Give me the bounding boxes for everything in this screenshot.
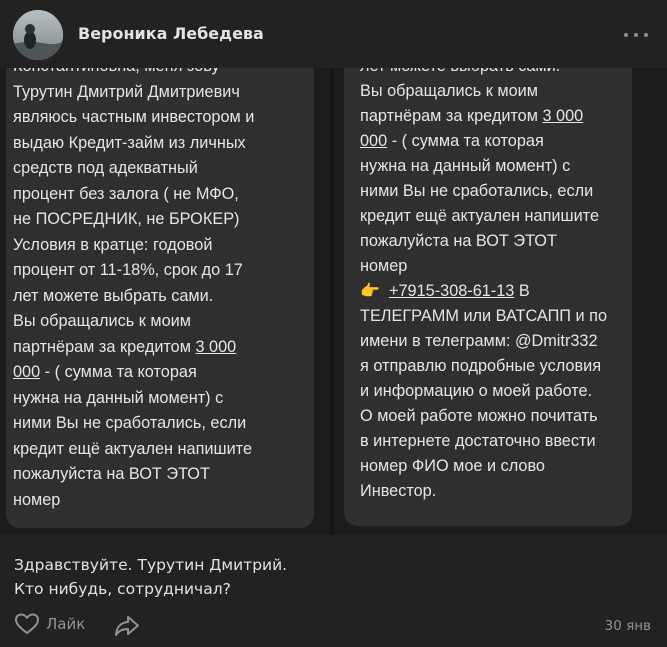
message-line: ними Вы не сработались, если	[13, 414, 247, 432]
message-line: лет можете выбрать сами.	[360, 68, 560, 79]
message-line: 👉 +7915-308-61-13 В	[360, 279, 530, 304]
amount-link: 3 000	[195, 338, 237, 356]
screenshot-right[interactable]: лет можете выбрать сами. Вы обращались к…	[334, 68, 667, 535]
message-line: партнёрам за кредитом 3 000	[13, 335, 236, 360]
post-actions: Лайк 30 янв	[0, 605, 667, 645]
phone-link: +7915-308-61-13	[388, 282, 515, 300]
like-button[interactable]: Лайк	[14, 610, 85, 638]
amount-link: 000	[13, 363, 41, 381]
message-line: имени в телеграмм: @Dmitr332	[360, 332, 598, 350]
more-horizontal-icon[interactable]	[624, 25, 648, 45]
message-line: кредит ещё актуален напишите	[13, 440, 253, 458]
message-line: ними Вы не сработались, если	[360, 182, 594, 200]
message-line: нужна на данный момент) с	[360, 157, 571, 175]
message-line: выдаю Кредит-займ из личных	[13, 134, 246, 152]
heart-outline-icon	[15, 613, 39, 634]
message-line: партнёрам за кредитом 3 000	[360, 104, 583, 129]
message-text: - ( сумма та которая	[40, 363, 197, 381]
message-text: В	[514, 282, 530, 300]
message-text: партнёрам за кредитом	[360, 107, 543, 125]
post-date[interactable]: 30 янв	[605, 618, 651, 634]
message-line: лет можете выбрать сами.	[13, 287, 214, 305]
message-line: ТЕЛЕГРАММ или ВАТСАПП и по	[360, 307, 607, 325]
amount-link: 000	[360, 132, 388, 150]
message-line: процент без залога ( не МФО,	[13, 185, 239, 203]
amount-link: 3 000	[542, 107, 584, 125]
message-line: Условия в кратце: годовой	[13, 236, 213, 254]
share-arrow-icon	[115, 616, 139, 636]
message-line: Инвестор.	[360, 482, 437, 500]
message-bubble-left: Константиновна, меня зову Турутин Дмитри…	[6, 68, 314, 528]
author-avatar[interactable]	[13, 10, 63, 60]
message-line: О моей работе можно почитать	[360, 407, 598, 425]
message-line: не ПОСРЕДНИК, не БРОКЕР)	[13, 210, 240, 228]
message-line: 000 - ( сумма та которая	[13, 360, 197, 385]
message-line: являюсь частным инвестором и	[13, 108, 255, 126]
message-line: нужна на данный момент) с	[13, 389, 224, 407]
pointing-hand-emoji: 👉	[360, 283, 380, 300]
message-line: 000 - ( сумма та которая	[360, 129, 544, 154]
like-label: Лайк	[46, 615, 86, 633]
caption-line: Здравствуйте. Турутин Дмитрий.	[14, 556, 288, 574]
message-text: партнёрам за кредитом	[13, 338, 196, 356]
message-line: я отправлю подробные условия	[360, 357, 602, 375]
message-line: Вы обращались к моим	[13, 312, 191, 330]
message-line: номер	[360, 257, 408, 275]
message-bubble-right: лет можете выбрать сами. Вы обращались к…	[344, 68, 632, 526]
post-header: Вероника Лебедева	[0, 0, 667, 68]
post-caption: Здравствуйте. Турутин Дмитрий. Кто нибуд…	[14, 553, 287, 601]
message-line: процент от 11-18%, срок до 17	[13, 261, 243, 279]
share-button[interactable]	[114, 613, 140, 639]
message-line: Турутин Дмитрий Дмитриевич	[13, 83, 240, 101]
message-line: кредит ещё актуален напишите	[360, 207, 600, 225]
message-line: и информацию о моей работе.	[360, 382, 593, 400]
message-line: номер	[13, 491, 61, 509]
message-text: - ( сумма та которая	[387, 132, 544, 150]
message-line: пожалуйста на ВОТ ЭТОТ	[360, 232, 557, 250]
message-line: Вы обращались к моим	[360, 82, 538, 100]
message-line: номер ФИО мое и слово	[360, 457, 545, 475]
message-line: средств под адекватный	[13, 159, 198, 177]
message-line: Константиновна, меня зову	[13, 68, 220, 79]
message-line: пожалуйста на ВОТ ЭТОТ	[13, 465, 210, 483]
caption-line: Кто нибудь, сотрудничал?	[14, 580, 231, 598]
post-photo-gallery[interactable]: Константиновна, меня зову Турутин Дмитри…	[0, 68, 667, 535]
message-line: в интернете достаточно ввести	[360, 432, 596, 450]
screenshot-left[interactable]: Константиновна, меня зову Турутин Дмитри…	[0, 68, 330, 535]
author-name[interactable]: Вероника Лебедева	[78, 24, 264, 43]
